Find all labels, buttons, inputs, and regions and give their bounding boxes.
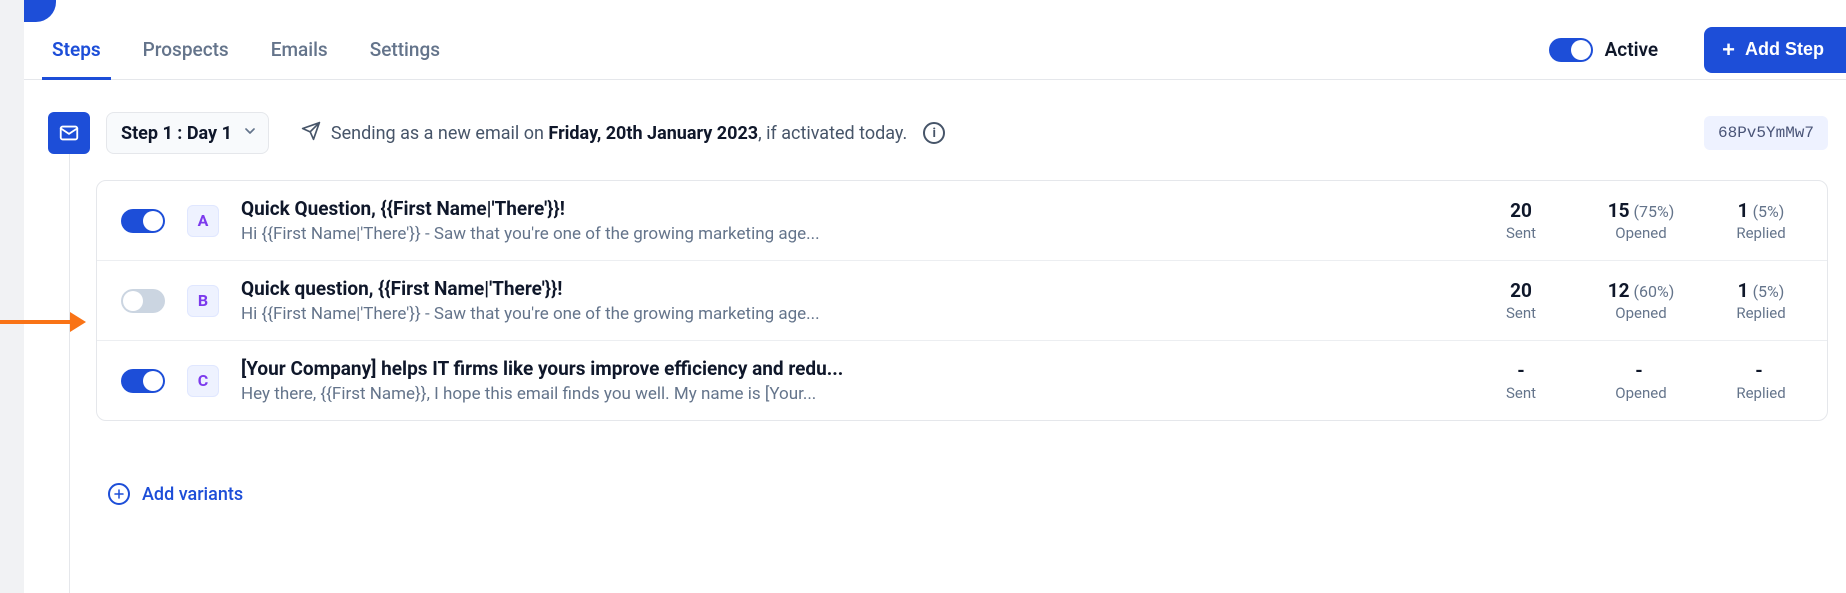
send-icon <box>301 121 321 146</box>
variant-title: Quick Question, {{First Name|'There'}}! <box>241 197 1457 220</box>
add-step-button[interactable]: + Add Step <box>1704 27 1846 73</box>
tab-settings[interactable]: Settings <box>370 20 440 79</box>
plus-circle-icon <box>108 483 130 505</box>
stat-replied: 1(5%) Replied <box>1719 279 1803 322</box>
stat-opened: - Opened <box>1599 359 1683 402</box>
timeline-rail <box>69 154 70 593</box>
email-step-icon <box>48 112 90 154</box>
brand-accent <box>24 0 56 22</box>
indicator-arrow-line <box>0 320 70 324</box>
variant-text: Quick question, {{First Name|'There'}}! … <box>241 277 1457 324</box>
step-selector-label: Step 1 : Day 1 <box>121 123 232 144</box>
variant-stats: 20 Sent 12(60%) Opened 1(5%) Replied <box>1479 279 1803 322</box>
variant-badge: A <box>187 205 219 237</box>
indicator-arrow-head <box>70 312 86 332</box>
variant-stats: 20 Sent 15(75%) Opened 1(5%) Replied <box>1479 199 1803 242</box>
campaign-active-control: Active <box>1549 38 1659 62</box>
left-rail <box>0 0 24 593</box>
campaign-active-label: Active <box>1605 38 1659 61</box>
variant-badge: B <box>187 285 219 317</box>
step-hash-pill[interactable]: 68Pv5YmMw7 <box>1704 116 1828 150</box>
variant-row[interactable]: B Quick question, {{First Name|'There'}}… <box>97 261 1827 341</box>
tab-steps[interactable]: Steps <box>52 20 101 79</box>
variant-text: Quick Question, {{First Name|'There'}}! … <box>241 197 1457 244</box>
variant-preview: Hey there, {{First Name}}, I hope this e… <box>241 384 1457 404</box>
variant-toggle[interactable] <box>121 289 165 313</box>
variant-stats: - Sent - Opened - Replied <box>1479 359 1803 402</box>
variant-preview: Hi {{First Name|'There'}} - Saw that you… <box>241 224 1457 244</box>
variant-title: [Your Company] helps IT firms like yours… <box>241 357 1457 380</box>
variant-badge: C <box>187 365 219 397</box>
step-selector[interactable]: Step 1 : Day 1 <box>106 112 269 154</box>
stat-sent: 20 Sent <box>1479 199 1563 242</box>
tabs: Steps Prospects Emails Settings <box>52 20 440 79</box>
topbar-right: Active + Add Step <box>1549 27 1846 73</box>
tab-emails[interactable]: Emails <box>271 20 328 79</box>
step-header: Step 1 : Day 1 Sending as a new email on… <box>48 112 1846 154</box>
add-variants-button[interactable]: Add variants <box>108 483 243 505</box>
variant-title: Quick question, {{First Name|'There'}}! <box>241 277 1457 300</box>
sending-prefix: Sending as a new email on <box>331 123 549 144</box>
stat-replied: 1(5%) Replied <box>1719 199 1803 242</box>
tab-prospects[interactable]: Prospects <box>143 20 229 79</box>
sending-info: Sending as a new email on Friday, 20th J… <box>301 121 945 146</box>
sending-suffix: , if activated today. <box>758 123 907 144</box>
info-icon[interactable]: i <box>923 122 945 144</box>
sending-date: Friday, 20th January 2023 <box>548 123 758 144</box>
tab-bar: Steps Prospects Emails Settings Active +… <box>24 20 1846 80</box>
variant-toggle[interactable] <box>121 369 165 393</box>
campaign-active-toggle[interactable] <box>1549 38 1593 62</box>
add-step-label: Add Step <box>1745 39 1824 60</box>
variant-toggle[interactable] <box>121 209 165 233</box>
variant-row[interactable]: A Quick Question, {{First Name|'There'}}… <box>97 181 1827 261</box>
indicator-arrow <box>0 312 86 332</box>
chevron-down-icon <box>242 123 258 143</box>
variant-row[interactable]: C [Your Company] helps IT firms like you… <box>97 341 1827 420</box>
variants-list: A Quick Question, {{First Name|'There'}}… <box>96 180 1828 421</box>
stat-sent: 20 Sent <box>1479 279 1563 322</box>
stat-replied: - Replied <box>1719 359 1803 402</box>
add-variants-label: Add variants <box>142 484 243 505</box>
stat-opened: 12(60%) Opened <box>1599 279 1683 322</box>
stat-opened: 15(75%) Opened <box>1599 199 1683 242</box>
stat-sent: - Sent <box>1479 359 1563 402</box>
variant-text: [Your Company] helps IT firms like yours… <box>241 357 1457 404</box>
variant-preview: Hi {{First Name|'There'}} - Saw that you… <box>241 304 1457 324</box>
